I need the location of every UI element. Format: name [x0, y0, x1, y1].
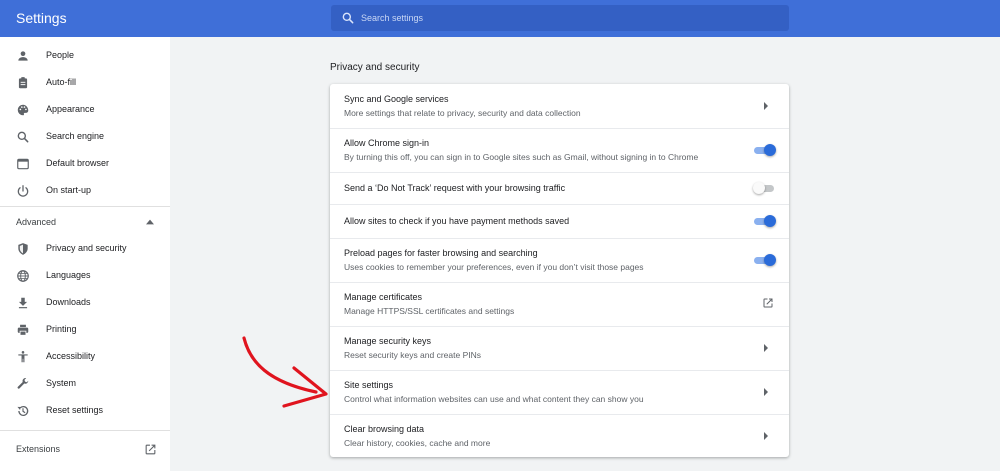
external-link-icon [145, 444, 156, 455]
row-site-settings[interactable]: Site settings Control what information w… [330, 370, 789, 414]
annotation-arrow-icon [242, 336, 328, 408]
row-divider [330, 204, 789, 205]
chevron-up-icon [146, 219, 154, 225]
payment-methods-toggle[interactable] [753, 215, 776, 227]
sidebar-item-reset-settings[interactable]: Reset settings [0, 399, 170, 423]
extensions-label: Extensions [16, 444, 61, 454]
sidebar-item-label: On start-up [46, 185, 92, 195]
search-icon [17, 131, 29, 143]
privacy-settings-card: Sync and Google services More settings t… [330, 84, 789, 457]
sidebar-item-label: Auto-fill [46, 77, 77, 87]
power-icon [17, 185, 29, 197]
reset-history-icon [17, 405, 29, 417]
sidebar-item-label: System [46, 378, 77, 388]
browser-window-icon [17, 158, 29, 170]
sidebar-item-on-startup[interactable]: On start-up [0, 179, 170, 203]
sidebar-item-label: Privacy and security [46, 243, 127, 253]
sidebar-item-label: Search engine [46, 131, 105, 141]
row-title: Allow Chrome sign-in [344, 138, 430, 148]
row-payment-methods: Allow sites to check if you have payment… [330, 204, 789, 238]
sidebar-item-label: Accessibility [46, 351, 96, 361]
arrow-right-icon [764, 344, 768, 352]
printer-icon [17, 324, 29, 336]
row-subtitle: Manage HTTPS/SSL certificates and settin… [344, 306, 515, 316]
arrow-right-icon [764, 388, 768, 396]
row-subtitle: Clear history, cookies, cache and more [344, 438, 491, 448]
sidebar-item-label: Default browser [46, 158, 110, 168]
row-subtitle: By turning this off, you can sign in to … [344, 152, 699, 162]
section-title: Privacy and security [330, 62, 420, 73]
row-divider [330, 326, 789, 327]
preload-pages-toggle[interactable] [753, 254, 776, 266]
row-title: Clear browsing data [344, 424, 425, 434]
sidebar-item-extensions[interactable]: Extensions [0, 437, 170, 461]
row-allow-chrome-sign-in: Allow Chrome sign-in By turning this off… [330, 128, 789, 172]
header-bar: Settings [0, 0, 1000, 37]
sidebar-item-label: Reset settings [46, 405, 104, 415]
sidebar-item-search-engine[interactable]: Search engine [0, 125, 170, 149]
allow-chrome-sign-in-toggle[interactable] [753, 144, 776, 156]
row-divider [330, 128, 789, 129]
row-preload-pages: Preload pages for faster browsing and se… [330, 238, 789, 282]
sidebar-item-system[interactable]: System [0, 372, 170, 396]
sidebar-item-privacy-and-security[interactable]: Privacy and security [0, 237, 170, 261]
wrench-icon [17, 378, 29, 389]
row-do-not-track: Send a ‘Do Not Track’ request with your … [330, 172, 789, 204]
sidebar-item-printing[interactable]: Printing [0, 318, 170, 342]
person-icon [18, 51, 28, 61]
sidebar-item-languages[interactable]: Languages [0, 264, 170, 288]
external-link-icon [763, 298, 773, 308]
row-title: Sync and Google services [344, 94, 449, 104]
palette-icon [17, 104, 29, 116]
row-divider [330, 172, 789, 173]
row-title: Manage security keys [344, 336, 432, 346]
sidebar-divider [0, 430, 170, 431]
row-subtitle: More settings that relate to privacy, se… [344, 108, 581, 118]
sidebar-item-label: Appearance [46, 104, 95, 114]
arrow-right-icon [764, 432, 768, 440]
sidebar-item-accessibility[interactable]: Accessibility [0, 345, 170, 369]
sidebar-item-downloads[interactable]: Downloads [0, 291, 170, 315]
row-manage-certificates[interactable]: Manage certificates Manage HTTPS/SSL cer… [330, 282, 789, 326]
row-title: Allow sites to check if you have payment… [344, 216, 570, 226]
row-divider [330, 414, 789, 415]
advanced-toggle[interactable]: Advanced [0, 210, 170, 234]
shield-icon [18, 243, 28, 255]
accessibility-icon [18, 351, 28, 363]
sidebar-item-label: People [46, 50, 75, 60]
row-clear-browsing-data[interactable]: Clear browsing data Clear history, cooki… [330, 414, 789, 457]
globe-icon [17, 270, 29, 282]
sidebar-item-default-browser[interactable]: Default browser [0, 152, 170, 176]
row-title: Site settings [344, 380, 394, 390]
row-title: Preload pages for faster browsing and se… [344, 248, 538, 258]
row-manage-security-keys[interactable]: Manage security keys Reset security keys… [330, 326, 789, 370]
row-title: Manage certificates [344, 292, 423, 302]
advanced-label: Advanced [16, 217, 57, 227]
row-title: Send a ‘Do Not Track’ request with your … [344, 183, 566, 193]
row-subtitle: Uses cookies to remember your preference… [344, 262, 644, 272]
search-input[interactable] [361, 5, 781, 31]
sidebar: People Auto-fill Appearance Search engin… [0, 37, 170, 471]
page-title: Settings [16, 10, 67, 26]
search-icon [342, 12, 354, 24]
row-subtitle: Reset security keys and create PINs [344, 350, 482, 360]
row-divider [330, 238, 789, 239]
clipboard-icon [18, 77, 28, 89]
sidebar-item-autofill[interactable]: Auto-fill [0, 71, 170, 95]
sidebar-item-appearance[interactable]: Appearance [0, 98, 170, 122]
row-sync-and-google-services[interactable]: Sync and Google services More settings t… [330, 84, 789, 128]
search-box[interactable] [331, 5, 789, 31]
sidebar-item-label: Languages [46, 270, 91, 280]
row-divider [330, 282, 789, 283]
row-subtitle: Control what information websites can us… [344, 394, 644, 404]
sidebar-item-label: Downloads [46, 297, 91, 307]
sidebar-divider [0, 206, 170, 207]
sidebar-item-people[interactable]: People [0, 44, 170, 68]
row-divider [330, 370, 789, 371]
download-icon [18, 297, 28, 309]
arrow-right-icon [764, 102, 768, 110]
sidebar-item-label: Printing [46, 324, 77, 334]
do-not-track-toggle[interactable] [753, 182, 776, 194]
